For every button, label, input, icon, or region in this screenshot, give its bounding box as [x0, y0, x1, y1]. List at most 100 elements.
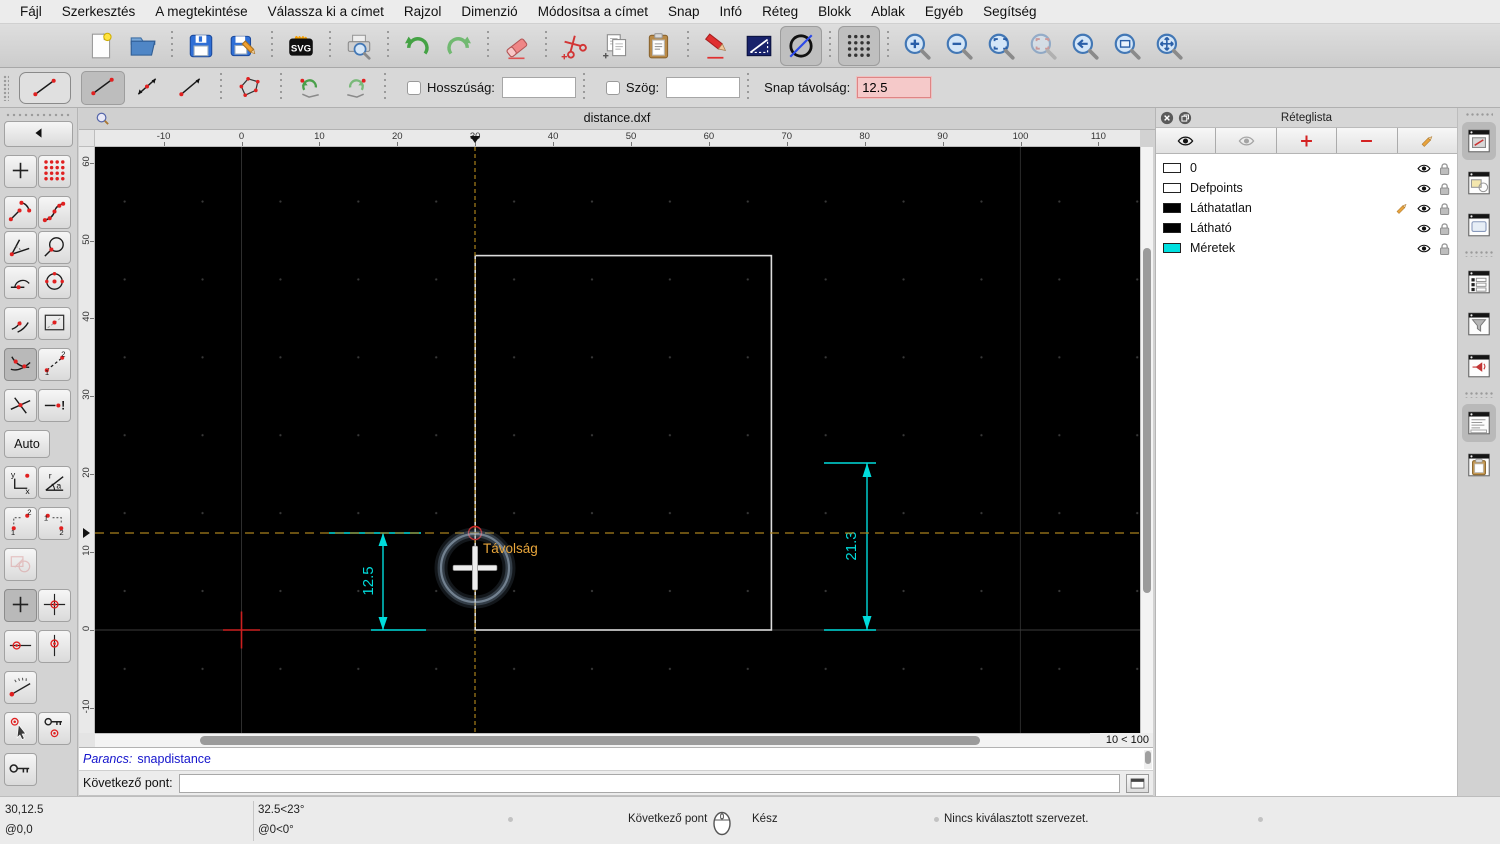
snap-auto-button[interactable]: Auto — [4, 430, 50, 458]
zoom-back-button[interactable] — [1064, 26, 1106, 66]
layer-row-0[interactable]: 0 — [1156, 158, 1457, 178]
horizontal-scrollbar[interactable] — [95, 733, 1090, 747]
layer-row-lathato[interactable]: Látható — [1156, 218, 1457, 238]
menu-item-snap[interactable]: Snap — [658, 4, 710, 19]
svg-export-button[interactable]: SVG — [280, 26, 322, 66]
menu-item-rajzol[interactable]: Rajzol — [394, 4, 452, 19]
redo-button[interactable] — [438, 26, 480, 66]
open-file-button[interactable] — [122, 26, 164, 66]
snap-grid-button[interactable] — [38, 155, 71, 188]
length-input[interactable] — [501, 77, 576, 98]
tool-polygon-button[interactable] — [229, 71, 273, 105]
angle-gauge-button[interactable] — [4, 671, 37, 704]
zoom-pan-button[interactable] — [1148, 26, 1190, 66]
paste-button[interactable] — [638, 26, 680, 66]
snap-restrict-button[interactable]: ! — [38, 389, 71, 422]
menu-item-valassza-ki-a-cimet[interactable]: Válassza ki a címet — [258, 4, 394, 19]
layer-lock-icon[interactable] — [1439, 222, 1450, 235]
layer-row-meretek[interactable]: Méretek — [1156, 238, 1457, 258]
menu-item-reteg[interactable]: Réteg — [752, 4, 808, 19]
toolbar-drag-handle[interactable] — [3, 74, 9, 101]
add-layer-button[interactable] — [1276, 128, 1338, 153]
set-relative-zero-button[interactable] — [4, 589, 37, 622]
menu-item-egyeb[interactable]: Egyéb — [915, 4, 973, 19]
snap-free-button[interactable] — [4, 155, 37, 188]
layer-visibility-eye-icon[interactable] — [1416, 223, 1432, 234]
coord-cartesian-button[interactable]: yx — [4, 466, 37, 499]
dock-library-browser-button[interactable] — [1462, 206, 1496, 244]
command-panel-button[interactable] — [1126, 773, 1149, 793]
layer-row-lathatatlan[interactable]: Láthatatlan — [1156, 198, 1457, 218]
collapse-palette-button[interactable] — [4, 121, 73, 147]
layer-row-defpoints[interactable]: Defpoints — [1156, 178, 1457, 198]
snap-center-button[interactable] — [38, 266, 71, 299]
segment-undo-button[interactable] — [289, 71, 333, 105]
layer-visibility-eye-icon[interactable] — [1416, 203, 1432, 214]
dock-layer-list-button[interactable] — [1462, 122, 1496, 160]
restrict-horizontal-button[interactable] — [4, 630, 37, 663]
menu-item-a-megtekintese[interactable]: A megtekintése — [145, 4, 257, 19]
dock-notifications-button[interactable] — [1462, 347, 1496, 385]
lock-relative-zero-button[interactable] — [38, 712, 71, 745]
tool-line-button[interactable] — [81, 70, 125, 105]
layer-visibility-eye-icon[interactable] — [1416, 163, 1432, 174]
dock-clipboard-button[interactable] — [1462, 446, 1496, 484]
draft-mode-button[interactable] — [780, 25, 822, 66]
command-history-scrollbar[interactable] — [1144, 750, 1152, 769]
tool-line-ray-button[interactable] — [169, 71, 213, 105]
layer-lock-icon[interactable] — [1439, 182, 1450, 195]
panel-float-button[interactable] — [1178, 111, 1192, 125]
menu-item-dimenzio[interactable]: Dimenzió — [451, 4, 527, 19]
menu-item-szerkesztes[interactable]: Szerkesztés — [52, 4, 146, 19]
layer-lock-icon[interactable] — [1439, 242, 1450, 255]
snap-tangent-button[interactable] — [4, 266, 37, 299]
length-checkbox[interactable] — [407, 80, 421, 95]
edit-layer-button[interactable] — [1397, 128, 1458, 153]
cut-button[interactable] — [554, 26, 596, 66]
vertical-scrollbar[interactable] — [1140, 147, 1153, 733]
pick-coordinate-button[interactable] — [4, 712, 37, 745]
layer-visibility-eye-icon[interactable] — [1416, 183, 1432, 194]
zoom-in-button[interactable] — [896, 26, 938, 66]
order-1-2-button[interactable]: 12 — [4, 507, 37, 540]
relative-zero-marker-button[interactable] — [38, 589, 71, 622]
menu-item-modositsa-a-cimet[interactable]: Módosítsa a címet — [528, 4, 658, 19]
snap-nearest-button[interactable] — [4, 307, 37, 340]
dimension-left[interactable] — [329, 532, 426, 631]
zoom-previous-button[interactable] — [1022, 26, 1064, 66]
new-file-button[interactable] — [80, 26, 122, 66]
snap-intersection-manual-button[interactable] — [4, 389, 37, 422]
layer-edit-pencil-icon[interactable] — [1395, 202, 1409, 215]
restrict-vertical-button[interactable] — [38, 630, 71, 663]
menu-item-info[interactable]: Infó — [710, 4, 753, 19]
undo-button[interactable] — [396, 26, 438, 66]
command-input[interactable] — [178, 773, 1120, 793]
menu-item-fajl[interactable]: Fájl — [10, 4, 52, 19]
menu-item-blokk[interactable]: Blokk — [808, 4, 861, 19]
layer-lock-icon[interactable] — [1439, 162, 1450, 175]
horizontal-scroll-thumb[interactable] — [200, 736, 980, 745]
snap-intersection-auto-button[interactable] — [4, 348, 37, 381]
dock-entity-list-button[interactable] — [1462, 263, 1496, 301]
save-file-button[interactable] — [180, 26, 222, 66]
grid-toggle-button[interactable] — [838, 25, 880, 66]
drawn-rectangle[interactable] — [474, 254, 773, 631]
coord-polar-button[interactable]: ra — [38, 466, 71, 499]
snap-endpoint-button[interactable] — [4, 196, 37, 229]
hide-all-layers-button[interactable] — [1216, 128, 1277, 153]
zoom-out-button[interactable] — [938, 26, 980, 66]
edit-entity-button[interactable] — [696, 26, 738, 66]
print-preview-button[interactable] — [338, 26, 380, 66]
layer-lock-icon[interactable] — [1439, 202, 1450, 215]
angle-input[interactable] — [666, 77, 741, 98]
copy-button[interactable] — [596, 26, 638, 66]
drawing-canvas[interactable]: 12.5 21.3 Távolság — [95, 147, 1140, 733]
panel-close-button[interactable] — [1160, 111, 1174, 125]
snap-reference-button[interactable] — [38, 307, 71, 340]
menu-item-ablak[interactable]: Ablak — [861, 4, 915, 19]
vertical-scroll-thumb[interactable] — [1143, 248, 1151, 593]
zoom-window-button[interactable] — [1106, 26, 1148, 66]
lock-zero-button[interactable] — [4, 753, 37, 786]
snap-distance-input[interactable] — [857, 77, 932, 98]
save-as-button[interactable] — [222, 26, 264, 66]
